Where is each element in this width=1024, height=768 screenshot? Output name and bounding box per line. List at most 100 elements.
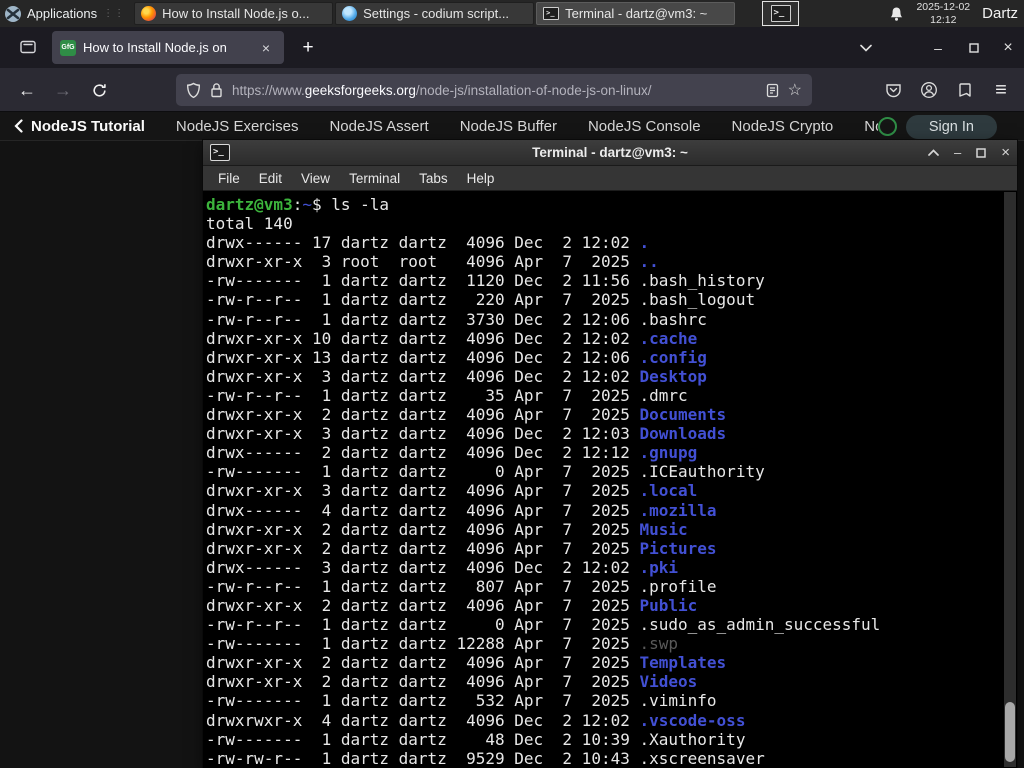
directory-name: . [639,233,650,253]
maximize-window-icon[interactable] [976,147,986,158]
lock-icon[interactable] [210,82,223,98]
reload-icon[interactable] [84,75,114,105]
window-minimize-button[interactable]: – [925,37,951,59]
terminal-menu-file[interactable]: File [218,171,240,186]
file-meta: -rw-r--r-- 1 dartz dartz 35 Apr 7 2025 [206,385,640,405]
file-meta: drwxr-xr-x 2 dartz dartz 4096 Apr 7 2025 [206,653,640,673]
terminal-output-line: -rw-r--r-- 1 dartz dartz 807 Apr 7 2025 … [206,577,1017,596]
terminal-output[interactable]: dartz@vm3:~$ ls -la total 140 drwx------… [203,191,1017,768]
file-meta: drwxr-xr-x 2 dartz dartz 4096 Apr 7 2025 [206,405,640,425]
search-icon[interactable] [878,117,897,136]
file-meta: drwxr-xr-x 2 dartz dartz 4096 Apr 7 2025 [206,519,640,539]
file-meta: -rw------- 1 dartz dartz 48 Dec 2 10:39 [206,729,640,749]
taskbar-button-codium[interactable]: Settings - codium script... [335,2,535,25]
site-nav-back-item[interactable]: NodeJS Tutorial [14,118,145,135]
terminal-output-line: drwxrwxr-x 4 dartz dartz 4096 Dec 2 12:0… [206,711,1017,730]
window-maximize-button[interactable] [961,37,987,59]
terminal-output-line: drwx------ 4 dartz dartz 4096 Apr 7 2025… [206,501,1017,520]
terminal-title: Terminal - dartz@vm3: ~ [532,145,688,160]
tab-title: How to Install Node.js on [83,40,227,55]
terminal-output-line: drwxr-xr-x 13 dartz dartz 4096 Dec 2 12:… [206,348,1017,367]
shade-window-icon[interactable] [928,149,939,156]
browser-toolbar: ← → https://www.geeksforgeeks.org/node-j… [0,68,1024,112]
panel-clock[interactable]: 2025-12-02 12:12 [916,1,970,26]
terminal-output-line: drwxr-xr-x 2 dartz dartz 4096 Apr 7 2025… [206,653,1017,672]
forward-icon[interactable]: → [48,75,78,105]
file-name: .profile [639,576,717,596]
site-nav-item[interactable]: NodeJS Buffer [460,118,557,135]
prompt-user-host: dartz@vm3 [206,195,293,214]
geeksforgeeks-favicon-icon: GfG [60,39,76,56]
terminal-title-bar[interactable]: >_ Terminal - dartz@vm3: ~ – × [203,140,1017,166]
directory-name: Public [639,595,698,615]
url-domain: geeksforgeeks.org [304,82,416,98]
terminal-output-line: drwxr-xr-x 10 dartz dartz 4096 Dec 2 12:… [206,329,1017,348]
terminal-menu-tabs[interactable]: Tabs [419,171,448,186]
file-meta: -rw------- 1 dartz dartz 12288 Apr 7 202… [206,634,640,654]
terminal-output-line: -rw------- 1 dartz dartz 0 Apr 7 2025 .I… [206,462,1017,481]
taskbar-button-terminal[interactable]: >_ Terminal - dartz@vm3: ~ [536,2,736,25]
firefox-icon [141,6,157,21]
window-close-button[interactable]: × [995,37,1021,59]
taskbar-label: Settings - codium script... [363,6,510,21]
applications-menu-button[interactable]: Applications [27,6,97,21]
notification-bell-icon[interactable] [889,6,904,22]
clock-date: 2025-12-02 [916,0,971,13]
account-icon[interactable] [914,75,944,105]
site-nav-item[interactable]: NodeJS DNS [864,118,878,135]
tab-close-icon[interactable]: × [256,38,276,58]
tray-terminal-indicator[interactable]: >_ [762,1,799,26]
terminal-window: >_ Terminal - dartz@vm3: ~ – × File Edit V… [203,140,1017,768]
url-text: https://www.geeksforgeeks.org/node-js/in… [232,83,757,98]
file-meta: -rw-rw-r-- 1 dartz dartz 9529 Dec 2 10:4… [206,748,640,768]
firefox-view-icon[interactable] [12,32,44,62]
close-window-icon[interactable]: × [1001,145,1010,160]
terminal-menu-terminal[interactable]: Terminal [349,171,400,186]
panel-user-menu[interactable]: Dartz [982,5,1018,22]
browser-tab-active[interactable]: GfG How to Install Node.js on × [52,31,284,64]
file-meta: drwx------ 4 dartz dartz 4096 Apr 7 2025 [206,500,640,520]
terminal-output-line: -rw------- 1 dartz dartz 532 Apr 7 2025 … [206,691,1017,710]
back-icon[interactable]: ← [12,75,42,105]
taskbar-button-firefox[interactable]: How to Install Node.js o... [134,2,334,25]
pocket-icon[interactable] [878,75,908,105]
terminal-output-line: drwxr-xr-x 3 dartz dartz 4096 Dec 2 12:0… [206,367,1017,386]
sign-in-button[interactable]: Sign In [905,115,997,139]
file-meta: drwxr-xr-x 3 dartz dartz 4096 Apr 7 2025 [206,481,640,501]
site-nav-item[interactable]: NodeJS Assert [329,118,428,135]
terminal-output-line: -rw------- 1 dartz dartz 1120 Dec 2 11:5… [206,271,1017,290]
terminal-menu-view[interactable]: View [301,171,330,186]
hamburger-menu-icon[interactable]: ≡ [986,75,1016,105]
list-all-tabs-icon[interactable] [853,37,879,59]
directory-name: Pictures [639,538,717,558]
prompt-cwd: ~ [302,195,312,214]
site-nav-item[interactable]: NodeJS Exercises [176,118,299,135]
directory-name: .mozilla [639,500,717,520]
extensions-icon[interactable] [950,75,980,105]
file-name: .viminfo [639,691,717,711]
file-name: .Xauthority [639,729,746,749]
minimize-window-icon[interactable]: – [954,146,961,159]
terminal-output-line: drwxr-xr-x 2 dartz dartz 4096 Apr 7 2025… [206,405,1017,424]
terminal-menu-edit[interactable]: Edit [259,171,282,186]
url-bar[interactable]: https://www.geeksforgeeks.org/node-js/in… [176,74,812,106]
file-name: .swp [639,634,679,654]
taskbar-label: Terminal - dartz@vm3: ~ [565,6,708,21]
shield-icon[interactable] [186,82,201,99]
terminal-output-line: drwxr-xr-x 3 dartz dartz 4096 Dec 2 12:0… [206,424,1017,443]
terminal-menu-help[interactable]: Help [467,171,495,186]
site-nav-item[interactable]: NodeJS Crypto [732,118,834,135]
url-scheme: https://www. [232,82,305,98]
terminal-scrollbar[interactable] [1004,192,1016,767]
url-path: /node-js/installation-of-node-js-on-linu… [415,82,652,98]
new-tab-button[interactable]: + [294,34,322,62]
reader-mode-icon[interactable] [766,83,779,98]
file-meta: drwxr-xr-x 10 dartz dartz 4096 Dec 2 12:… [206,328,640,348]
file-meta: -rw------- 1 dartz dartz 0 Apr 7 2025 [206,462,640,482]
terminal-scrollbar-thumb[interactable] [1005,702,1015,762]
file-name: .sudo_as_admin_successful [639,615,881,635]
site-nav-item[interactable]: NodeJS Console [588,118,701,135]
file-meta: drwx------ 17 dartz dartz 4096 Dec 2 12:… [206,233,640,253]
bookmark-star-icon[interactable]: ☆ [788,80,802,100]
chevron-left-icon [14,119,23,133]
